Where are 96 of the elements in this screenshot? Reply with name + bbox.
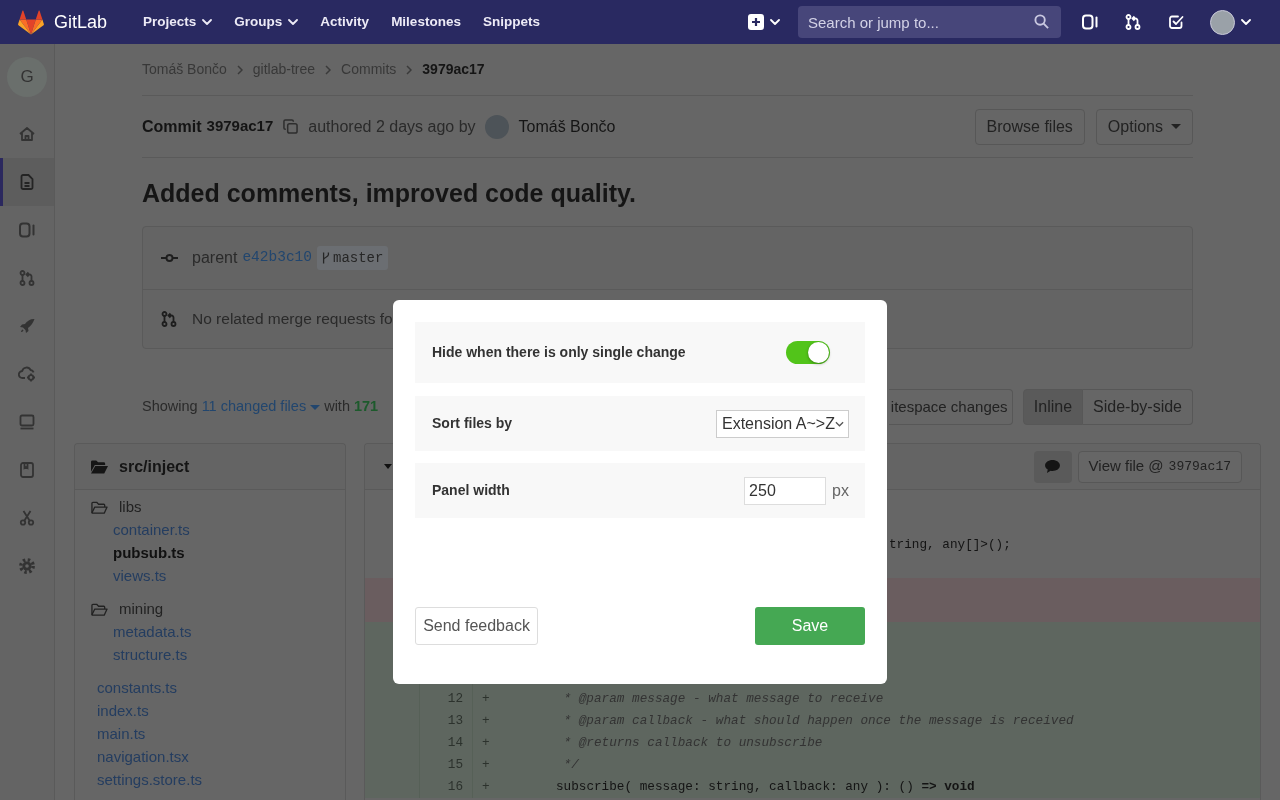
branch-merge-icon: [161, 311, 177, 327]
author-link[interactable]: Tomáš Bončo: [518, 114, 616, 139]
diff-sign: +: [482, 779, 490, 794]
whitespace-button[interactable]: itespace changes: [888, 389, 1013, 425]
folder-name[interactable]: libs: [119, 496, 142, 519]
merge-request-text: No related merge requests fo: [192, 309, 393, 330]
file-link[interactable]: structure.ts: [113, 644, 188, 667]
file-link[interactable]: views.ts: [113, 565, 167, 588]
comment-button[interactable]: [1033, 450, 1072, 483]
feedback-button[interactable]: Send feedback: [415, 607, 538, 645]
project-avatar[interactable]: G: [7, 57, 47, 97]
file-link[interactable]: container.ts: [113, 519, 190, 542]
branch-icon: [322, 252, 330, 264]
summary-text: Showing: [142, 397, 198, 417]
code-line: tring, any[]>();: [889, 537, 1011, 552]
code-line: */: [563, 757, 579, 772]
monitor-icon: [19, 414, 35, 430]
scissors-icon: [19, 510, 35, 526]
folder-icon[interactable]: [91, 602, 108, 617]
diff-sign: +: [482, 757, 490, 772]
book-icon: [20, 462, 34, 478]
branch-merge-icon[interactable]: [1125, 14, 1141, 30]
additions-count: 171: [353, 397, 379, 417]
checkbox-tick-icon[interactable]: [1168, 14, 1184, 30]
chevron-right-icon: [325, 64, 332, 75]
unit-label: px: [832, 480, 849, 501]
plus-icon: [748, 14, 764, 30]
copy-icon[interactable]: [283, 119, 299, 134]
split-panel-icon[interactable]: [1082, 14, 1098, 30]
folder-path: src/inject: [119, 456, 190, 477]
cloud-gear-icon: [18, 366, 36, 382]
folder-icon: [91, 459, 108, 474]
action-button[interactable]: Browse files: [974, 108, 1085, 145]
author-avatar: [484, 114, 509, 139]
branch-merge-icon: [19, 270, 35, 286]
nav-menu-item[interactable]: Projects: [143, 15, 213, 29]
file-link[interactable]: pubsub.ts: [113, 542, 185, 565]
commit-sha: 3979ac17: [206, 116, 274, 137]
chevron-down-icon: [834, 420, 844, 427]
nav-menu-item[interactable]: Groups: [234, 15, 299, 29]
commit-title: Added comments, improved code quality.: [142, 178, 637, 209]
nav-menu-item[interactable]: Activity: [320, 15, 370, 29]
summary-text: with: [324, 397, 350, 417]
code-line: subscribe( message: string, callback: any ): () => void: [555, 779, 975, 794]
settings-icon: [19, 558, 35, 574]
file-link[interactable]: metadata.ts: [113, 621, 192, 644]
search-icon[interactable]: [1034, 14, 1049, 29]
rocket-icon: [19, 318, 35, 334]
chevron-right-icon: [406, 64, 413, 75]
file-link[interactable]: navigation.tsx: [97, 746, 189, 769]
panel-width-input[interactable]: 250: [744, 476, 827, 505]
chevron-right-icon: [236, 64, 243, 75]
setting-label: Hide when there is only single change: [432, 343, 686, 362]
nav-menu-item[interactable]: Milestones: [391, 15, 461, 29]
home-icon: [18, 126, 36, 142]
comment-icon: [1045, 460, 1061, 473]
branch-name: master: [333, 248, 384, 268]
setting-label: Sort files by: [432, 414, 513, 433]
changed-files-link[interactable]: 11 changed files: [201, 396, 321, 418]
document-icon: [20, 174, 34, 190]
view-mode-tab[interactable]: Inline: [1022, 389, 1084, 425]
diff-sign: +: [482, 713, 490, 728]
save-button[interactable]: Save: [755, 607, 865, 645]
commit-label: Commit: [142, 116, 202, 137]
logo-icon[interactable]: [18, 9, 44, 35]
user-menu-button[interactable]: [1210, 9, 1251, 35]
chevron-down-icon: [1241, 19, 1251, 25]
file-link[interactable]: index.ts: [97, 700, 149, 723]
caret-icon: [310, 404, 321, 410]
view-mode-tab[interactable]: Side-by-side: [1083, 389, 1193, 425]
folder-icon[interactable]: [91, 500, 108, 515]
sort-select[interactable]: Extension A~>Z: [716, 409, 849, 438]
diff-sign: +: [482, 691, 490, 706]
split-panel-icon: [19, 222, 35, 238]
setting-label: Panel width: [432, 481, 510, 500]
commit-icon: [161, 253, 178, 263]
brand-name[interactable]: GitLab: [54, 13, 108, 31]
sidebar-item[interactable]: [0, 158, 54, 206]
action-button[interactable]: Options: [1095, 108, 1193, 145]
user-avatar: [1210, 9, 1235, 35]
view-file-button[interactable]: View file @ 3979ac17: [1077, 450, 1242, 483]
toggle-switch[interactable]: [786, 341, 830, 364]
search-field[interactable]: Search or jump to...: [798, 6, 1061, 38]
authored-text: authored 2 days ago by: [308, 116, 476, 137]
file-link[interactable]: constants.ts: [97, 677, 178, 700]
parent-label: parent: [192, 248, 238, 268]
caret-icon[interactable]: [384, 464, 392, 469]
nav-menu-item[interactable]: Snippets: [482, 15, 540, 29]
file-link[interactable]: settings.store.ts: [97, 769, 203, 792]
breadcrumb-link[interactable]: 3979ac17: [422, 59, 485, 80]
folder-name[interactable]: mining: [119, 598, 164, 621]
chevron-down-icon: [770, 19, 780, 25]
diff-sign: +: [482, 735, 490, 750]
branch-badge[interactable]: master: [317, 246, 389, 270]
file-link[interactable]: main.ts: [97, 723, 146, 746]
commit-sha-link[interactable]: e42b3c10: [242, 247, 312, 269]
